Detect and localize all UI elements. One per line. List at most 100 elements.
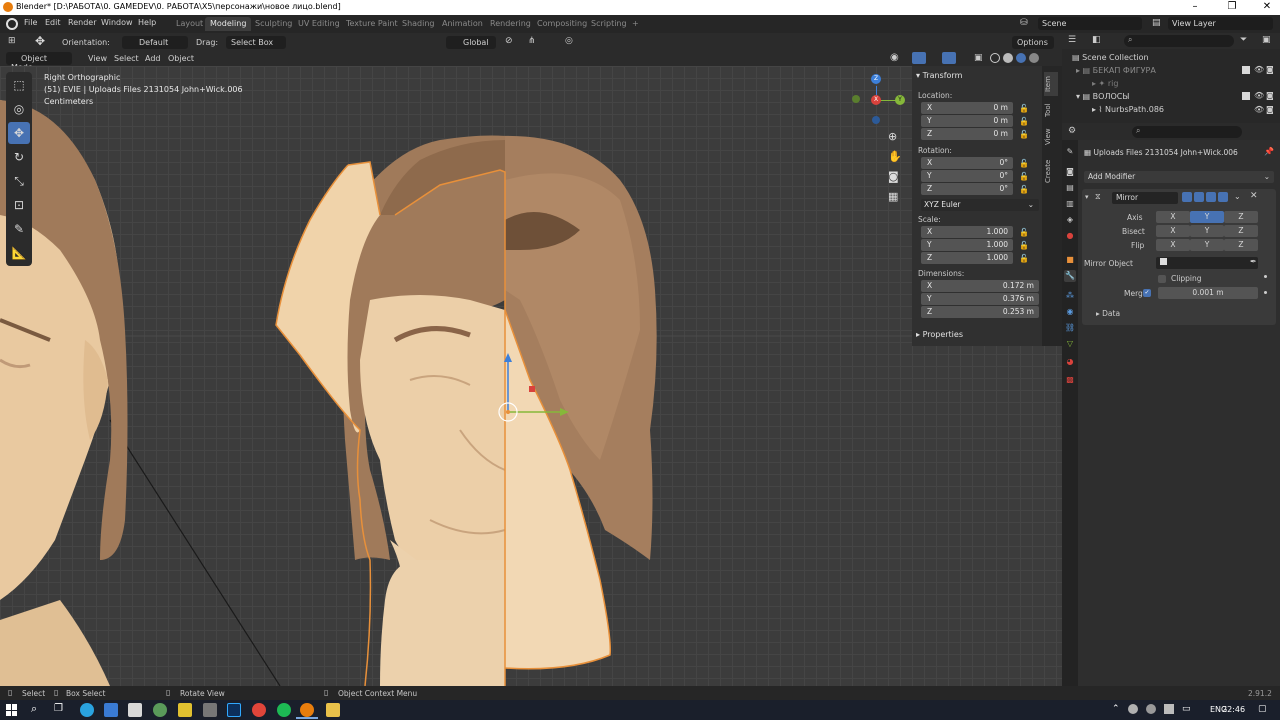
rotation-y-field[interactable]: Y 0° bbox=[921, 170, 1013, 182]
axis-x-toggle[interactable]: X bbox=[1156, 211, 1190, 223]
scale-x-field[interactable]: X 1.000 bbox=[921, 226, 1013, 238]
add-modifier-dropdown[interactable]: Add Modifier ⌄ bbox=[1084, 171, 1274, 183]
search-icon[interactable]: ⌕ bbox=[31, 702, 37, 716]
menu-window[interactable]: Window bbox=[101, 18, 133, 27]
tab-scripting[interactable]: Scripting bbox=[586, 17, 632, 31]
overlay-toggle-icon[interactable] bbox=[942, 52, 956, 64]
edit-mode-toggle-icon[interactable] bbox=[1182, 192, 1192, 202]
outliner-search-input[interactable]: ⌕ bbox=[1124, 35, 1234, 47]
data-subpanel-header[interactable]: ▸ Data bbox=[1096, 309, 1120, 318]
flip-x-toggle[interactable]: X bbox=[1156, 239, 1190, 251]
display-mode-icon[interactable]: ◧ bbox=[1092, 35, 1101, 45]
merge-distance-field[interactable]: 0.001 m bbox=[1158, 287, 1258, 299]
tab-tool[interactable]: Tool bbox=[1044, 100, 1058, 120]
rotation-z-field[interactable]: Z 0° bbox=[921, 183, 1013, 195]
app-icon[interactable] bbox=[203, 703, 217, 717]
keyframe-dot-icon[interactable] bbox=[1264, 275, 1267, 278]
tab-view[interactable]: View bbox=[1044, 126, 1058, 148]
menu-render[interactable]: Render bbox=[68, 18, 96, 27]
tray-icon[interactable] bbox=[1128, 704, 1138, 714]
app-icon[interactable] bbox=[153, 703, 167, 717]
lock-icon[interactable]: 🔓 bbox=[1019, 130, 1029, 140]
tab-item[interactable]: Item bbox=[1044, 72, 1058, 96]
scale-z-field[interactable]: Z 1.000 bbox=[921, 252, 1013, 264]
solid-shading-icon[interactable] bbox=[1003, 53, 1013, 63]
axis-z-toggle[interactable]: Z bbox=[1224, 211, 1258, 223]
spotify-icon[interactable] bbox=[277, 703, 291, 717]
scene-selector[interactable]: Scene bbox=[1038, 17, 1142, 30]
tab-uv-editing[interactable]: UV Editing bbox=[293, 17, 345, 31]
bisect-x-toggle[interactable]: X bbox=[1156, 225, 1190, 237]
rendered-shading-icon[interactable] bbox=[1029, 53, 1039, 63]
axis-y-toggle[interactable]: Y bbox=[1190, 211, 1224, 223]
snap-icon[interactable]: ⋔ bbox=[528, 36, 536, 46]
bisect-z-toggle[interactable]: Z bbox=[1224, 225, 1258, 237]
telegram-icon[interactable] bbox=[80, 703, 94, 717]
eye-icon[interactable]: 👁 bbox=[1254, 65, 1264, 74]
eyedropper-icon[interactable]: ✒ bbox=[1250, 257, 1257, 266]
properties-search-input[interactable]: ⌕ bbox=[1132, 126, 1242, 138]
dimensions-x-field[interactable]: X 0.172 m bbox=[921, 280, 1039, 292]
tab-layout[interactable]: Layout bbox=[171, 17, 208, 31]
clock[interactable]: 22:46 bbox=[1222, 705, 1245, 714]
options-dropdown[interactable]: Options bbox=[1012, 36, 1054, 49]
bisect-y-toggle[interactable]: Y bbox=[1190, 225, 1224, 237]
mode-dropdown[interactable]: Object Mode bbox=[6, 52, 72, 72]
lock-icon[interactable]: 🔓 bbox=[1019, 228, 1029, 238]
tab-texture-paint[interactable]: Texture Paint bbox=[341, 17, 403, 31]
gizmo-toggle-icon[interactable] bbox=[912, 52, 926, 64]
viewport-toggle-icon[interactable] bbox=[1206, 192, 1216, 202]
data-properties-icon[interactable]: ▽ bbox=[1064, 338, 1076, 350]
scale-tool-icon[interactable]: ⤡ bbox=[8, 170, 30, 192]
constraints-properties-icon[interactable]: ⛓ bbox=[1064, 322, 1076, 334]
view-layer-selector[interactable]: View Layer bbox=[1168, 17, 1273, 30]
tray-icon[interactable] bbox=[1146, 704, 1156, 714]
collapse-icon[interactable]: ▾ bbox=[1085, 193, 1089, 201]
physics-properties-icon[interactable]: ◉ bbox=[1064, 306, 1076, 318]
tab-create[interactable]: Create bbox=[1044, 156, 1058, 186]
outliner-row[interactable]: ▸ ✦ rig bbox=[1092, 79, 1276, 91]
material-properties-icon[interactable]: ◕ bbox=[1064, 356, 1076, 368]
render-properties-icon[interactable]: ◙ bbox=[1064, 166, 1076, 178]
tab-modeling[interactable]: Modeling bbox=[205, 17, 252, 31]
mirror-object-field[interactable] bbox=[1156, 257, 1258, 269]
lock-icon[interactable]: 🔓 bbox=[1019, 185, 1029, 195]
modifier-name-field[interactable]: Mirror bbox=[1112, 192, 1178, 204]
transform-orientation-dropdown[interactable]: Global bbox=[446, 36, 496, 49]
scene-collection-row[interactable]: ▤ Scene Collection bbox=[1072, 53, 1149, 62]
outliner-type-icon[interactable]: ☰ bbox=[1068, 35, 1076, 45]
object-properties-icon[interactable]: ■ bbox=[1064, 254, 1076, 266]
cage-toggle-icon[interactable] bbox=[1194, 192, 1204, 202]
pivot-icon[interactable]: ⊘ bbox=[505, 36, 513, 46]
properties-panel-header[interactable]: ▸ Properties bbox=[916, 330, 963, 339]
view-layer-properties-icon[interactable]: ▥ bbox=[1064, 198, 1076, 210]
transform-panel-header[interactable]: ▾ Transform bbox=[916, 71, 962, 80]
gizmo-z-icon[interactable]: Z bbox=[871, 74, 881, 84]
visibility-icon[interactable]: ◉ bbox=[890, 52, 899, 63]
rotation-mode-dropdown[interactable]: XYZ Euler ⌄ bbox=[921, 199, 1039, 211]
maximize-button[interactable]: ❐ bbox=[1222, 1, 1242, 12]
ortho-grid-icon[interactable]: ▦ bbox=[888, 190, 898, 203]
clipping-checkbox[interactable] bbox=[1158, 275, 1166, 283]
menu-object[interactable]: Object bbox=[168, 54, 194, 63]
lock-icon[interactable]: 🔓 bbox=[1019, 104, 1029, 114]
camera-icon[interactable]: ◙ bbox=[1266, 105, 1274, 114]
cursor-tool-icon[interactable]: ◎ bbox=[8, 98, 30, 120]
notifications-icon[interactable]: ▢ bbox=[1258, 704, 1267, 714]
remove-modifier-icon[interactable]: ✕ bbox=[1250, 191, 1258, 201]
rotate-tool-icon[interactable]: ↻ bbox=[8, 146, 30, 168]
location-y-field[interactable]: Y 0 m bbox=[921, 115, 1013, 127]
close-button[interactable]: ✕ bbox=[1257, 1, 1277, 12]
network-icon[interactable]: ▭ bbox=[1182, 704, 1191, 714]
camera-icon[interactable]: ◙ bbox=[1266, 65, 1274, 74]
checkbox-icon[interactable] bbox=[1242, 92, 1250, 100]
select-box-tool-icon[interactable]: ⬚ bbox=[8, 74, 30, 96]
blender-taskbar-icon[interactable] bbox=[300, 703, 314, 717]
outliner-row[interactable]: ▸ ⌇ NurbsPath.086 bbox=[1092, 105, 1276, 117]
move-tool-button-icon[interactable]: ✥ bbox=[8, 122, 30, 144]
camera-view-icon[interactable]: ◙ bbox=[888, 170, 899, 183]
3d-viewport[interactable]: Right Orthographic (51) EVIE | Uploads F… bbox=[0, 66, 1062, 686]
folder-icon[interactable] bbox=[326, 703, 340, 717]
annotate-tool-icon[interactable]: ✎ bbox=[8, 218, 30, 240]
minimize-button[interactable]: – bbox=[1185, 1, 1205, 12]
